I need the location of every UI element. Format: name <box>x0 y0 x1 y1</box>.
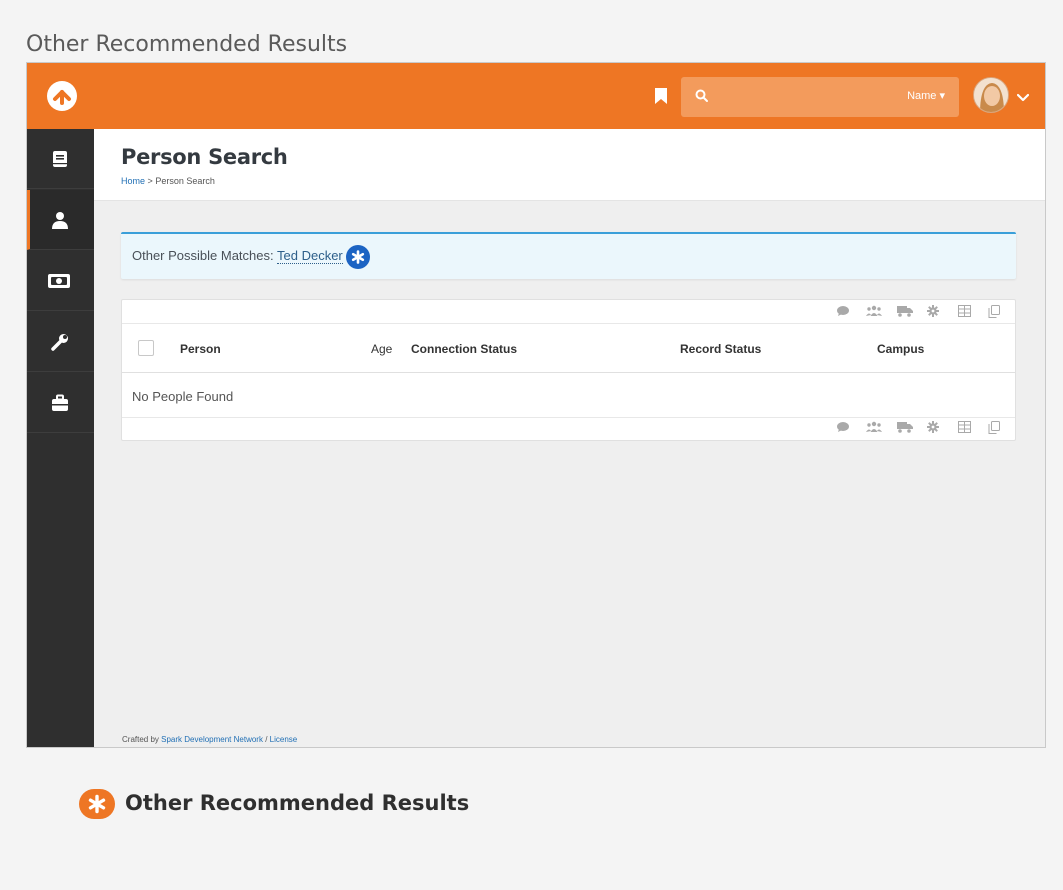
group-icon[interactable] <box>863 302 885 320</box>
grid-actions-top <box>829 302 1007 324</box>
alert-label: Other Possible Matches: <box>132 248 274 263</box>
wrench-icon <box>51 334 68 351</box>
page-footer: Crafted by Spark Development Network / L… <box>122 735 297 744</box>
column-header-age[interactable]: Age <box>371 342 392 356</box>
page-header: Person Search Home > Person Search <box>94 129 1045 201</box>
breadcrumb-current: Person Search <box>155 176 215 186</box>
sidebar-item-books[interactable] <box>27 129 94 189</box>
column-header-record-status[interactable]: Record Status <box>680 342 761 356</box>
footer-prefix: Crafted by <box>122 735 159 744</box>
alert-text: Other Possible Matches: Ted Decker <box>132 248 343 264</box>
footer-license-link[interactable]: License <box>270 735 298 744</box>
gear-icon[interactable] <box>924 302 946 320</box>
person-grid: Person Age Connection Status Record Stat… <box>121 299 1016 441</box>
match-link[interactable]: Ted Decker <box>277 248 343 264</box>
footer-org-link[interactable]: Spark Development Network <box>161 735 263 744</box>
breadcrumb-separator: > <box>147 176 153 186</box>
empty-message: No People Found <box>132 389 234 404</box>
bookmark-icon[interactable] <box>655 88 667 104</box>
book-icon <box>53 151 67 167</box>
top-navbar: Name ▾ <box>27 63 1045 129</box>
sidebar-item-tools[interactable] <box>27 312 94 372</box>
group-icon[interactable] <box>863 418 885 436</box>
search-type-dropdown[interactable]: Name ▾ <box>907 89 945 102</box>
copy-icon[interactable] <box>985 302 1007 320</box>
column-header-connection-status[interactable]: Connection Status <box>411 342 517 356</box>
asterisk-badge-icon <box>346 245 370 269</box>
app-window: Name ▾ Person Search Home > Person Searc… <box>26 62 1046 748</box>
grid-actions-bottom <box>829 418 1007 440</box>
select-all-checkbox[interactable] <box>138 340 154 356</box>
grid-header-row: Person Age Connection Status Record Stat… <box>122 323 1015 373</box>
search-box: Name ▾ <box>681 77 959 117</box>
money-icon <box>48 274 70 288</box>
rock-logo-icon[interactable] <box>47 81 77 111</box>
asterisk-callout-icon <box>79 789 115 819</box>
breadcrumb-home-link[interactable]: Home <box>121 176 145 186</box>
callout-text: Other Recommended Results <box>125 791 470 815</box>
user-avatar[interactable] <box>973 77 1009 113</box>
truck-icon[interactable] <box>894 418 916 436</box>
document-heading: Other Recommended Results <box>26 32 348 57</box>
page-title: Person Search <box>121 145 288 169</box>
comment-icon[interactable] <box>833 302 855 320</box>
search-input[interactable] <box>719 85 889 109</box>
sidebar-item-people[interactable] <box>27 190 94 250</box>
table-icon[interactable] <box>955 302 977 320</box>
table-icon[interactable] <box>955 418 977 436</box>
sidebar <box>27 129 94 747</box>
briefcase-icon <box>52 394 68 411</box>
chevron-down-icon[interactable] <box>1016 90 1030 102</box>
sidebar-item-finance[interactable] <box>27 251 94 311</box>
breadcrumb: Home > Person Search <box>121 176 215 186</box>
column-header-campus[interactable]: Campus <box>877 342 924 356</box>
column-header-person[interactable]: Person <box>180 342 221 356</box>
search-icon <box>695 89 709 103</box>
gear-icon[interactable] <box>924 418 946 436</box>
footer-separator: / <box>265 735 268 744</box>
sidebar-item-admin[interactable] <box>27 373 94 433</box>
possible-matches-alert: Other Possible Matches: Ted Decker <box>121 232 1016 279</box>
truck-icon[interactable] <box>894 302 916 320</box>
person-icon <box>52 212 68 229</box>
comment-icon[interactable] <box>833 418 855 436</box>
copy-icon[interactable] <box>985 418 1007 436</box>
